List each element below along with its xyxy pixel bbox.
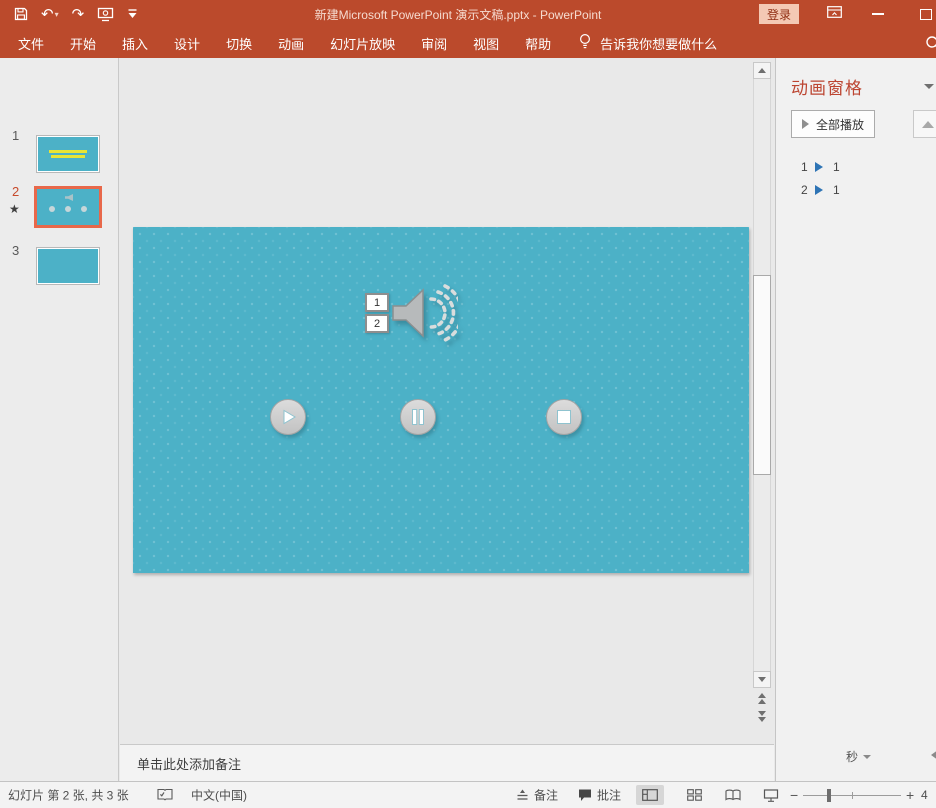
comment-icon	[578, 789, 592, 802]
powerpoint-window: ↶▾ ↷ 新建Microsoft PowerPoint 演示文稿.pptx - …	[0, 0, 936, 808]
animation-pane-title: 动画窗格	[791, 74, 863, 99]
notes-toggle[interactable]: 备注	[516, 787, 558, 804]
slide-counter[interactable]: 幻灯片 第 2 张, 共 3 张	[8, 787, 129, 804]
animation-tag-1[interactable]: 1	[365, 293, 389, 312]
stop-button[interactable]	[546, 399, 582, 435]
quick-access-toolbar: ↶▾ ↷	[14, 0, 137, 28]
animation-star-icon: ★	[9, 202, 20, 216]
triangle-up-icon	[922, 121, 934, 128]
tab-transitions[interactable]: 切换	[213, 28, 265, 58]
undo-dropdown-icon[interactable]: ▾	[55, 10, 59, 19]
slide-1-number: 1	[12, 128, 19, 143]
scroll-down-button[interactable]	[753, 671, 771, 688]
save-icon[interactable]	[14, 3, 28, 25]
zoom-in-button[interactable]: +	[906, 787, 914, 803]
reading-view-button[interactable]	[719, 785, 747, 805]
slide-1-thumbnail[interactable]	[37, 136, 99, 172]
maximize-button[interactable]	[920, 9, 932, 20]
tab-slideshow[interactable]: 幻灯片放映	[317, 28, 408, 58]
normal-view-button[interactable]	[636, 785, 664, 805]
language-status[interactable]: 中文(中国)	[191, 787, 247, 804]
start-from-beginning-icon[interactable]	[97, 3, 115, 25]
slide-sorter-view-button[interactable]	[680, 785, 708, 805]
tab-file[interactable]: 文件	[5, 28, 57, 58]
slide-thumbnail-panel: 1 2 ★ 3	[0, 58, 119, 781]
play-icon	[802, 119, 809, 129]
scrollbar-thumb[interactable]	[753, 275, 771, 475]
zoom-out-button[interactable]: −	[790, 787, 798, 803]
slide-2-number: 2	[12, 184, 19, 199]
tab-view[interactable]: 视图	[460, 28, 512, 58]
login-button[interactable]: 登录	[759, 4, 799, 24]
animation-pane: 动画窗格 全部播放 1 1 2 1 秒	[775, 58, 936, 781]
slide-2-thumbnail[interactable]	[34, 186, 102, 228]
move-earlier-button[interactable]	[913, 110, 936, 138]
notes-icon	[516, 789, 529, 802]
tell-me-box[interactable]: 告诉我你想要做什么	[578, 33, 717, 53]
notes-pane[interactable]: 单击此处添加备注	[120, 744, 774, 781]
animation-tag-2[interactable]: 2	[365, 314, 389, 333]
slide-2-canvas[interactable]: 1 2	[133, 227, 749, 573]
zoom-percentage[interactable]: 4	[921, 788, 928, 802]
lightbulb-icon	[578, 33, 592, 53]
slideshow-view-button[interactable]	[757, 785, 785, 805]
tab-insert[interactable]: 插入	[109, 28, 161, 58]
tab-animations[interactable]: 动画	[265, 28, 317, 58]
undo-button[interactable]: ↶▾	[41, 3, 59, 25]
scroll-left-icon[interactable]	[931, 750, 936, 760]
zoom-slider[interactable]	[803, 795, 901, 796]
redo-button[interactable]: ↷	[72, 3, 85, 25]
animation-item-2[interactable]: 2 1	[776, 179, 936, 200]
slide-3-number: 3	[12, 243, 19, 258]
title-bar: ↶▾ ↷ 新建Microsoft PowerPoint 演示文稿.pptx - …	[0, 0, 936, 28]
minimize-button[interactable]	[872, 13, 884, 15]
scroll-up-button[interactable]	[753, 62, 771, 79]
window-title: 新建Microsoft PowerPoint 演示文稿.pptx - Power…	[160, 0, 756, 28]
tab-home[interactable]: 开始	[57, 28, 109, 58]
previous-slide-button[interactable]	[753, 691, 771, 706]
ribbon-tabs: 文件 开始 插入 设计 切换 动画 幻灯片放映 审阅 视图 帮助 告诉我你想要做…	[0, 28, 936, 58]
notes-placeholder: 单击此处添加备注	[137, 754, 241, 773]
search-icon[interactable]	[924, 34, 936, 57]
comments-toggle[interactable]: 批注	[578, 787, 621, 804]
tab-help[interactable]: 帮助	[512, 28, 564, 58]
media-play-animation-icon	[815, 185, 823, 195]
audio-speaker-icon[interactable]	[390, 281, 458, 350]
customize-qat-icon[interactable]	[128, 3, 137, 25]
pause-button[interactable]	[400, 399, 436, 435]
status-bar: 幻灯片 第 2 张, 共 3 张 中文(中国) 备注 批注 −	[0, 781, 936, 808]
chevron-down-icon	[863, 755, 871, 759]
seconds-dropdown[interactable]: 秒	[846, 748, 871, 765]
editor-area: 1 2	[120, 58, 774, 781]
tell-me-label: 告诉我你想要做什么	[600, 34, 717, 53]
tab-design[interactable]: 设计	[161, 28, 213, 58]
tab-review[interactable]: 审阅	[408, 28, 460, 58]
animation-item-1[interactable]: 1 1	[776, 156, 936, 177]
slide-canvas-area: 1 2	[120, 58, 774, 744]
next-slide-button[interactable]	[753, 709, 771, 724]
mini-speaker-icon	[65, 194, 73, 201]
zoom-slider-handle[interactable]	[827, 789, 831, 802]
slide-3-thumbnail[interactable]	[37, 248, 99, 284]
play-all-button[interactable]: 全部播放	[791, 110, 875, 138]
window-controls: 登录	[759, 0, 936, 28]
chevron-down-icon[interactable]	[924, 84, 934, 89]
play-button[interactable]	[270, 399, 306, 435]
play-all-label: 全部播放	[816, 116, 864, 133]
media-play-animation-icon	[815, 162, 823, 172]
proofing-icon[interactable]	[157, 788, 173, 802]
vertical-scrollbar	[753, 62, 771, 688]
ribbon-display-options-icon[interactable]	[827, 5, 842, 23]
